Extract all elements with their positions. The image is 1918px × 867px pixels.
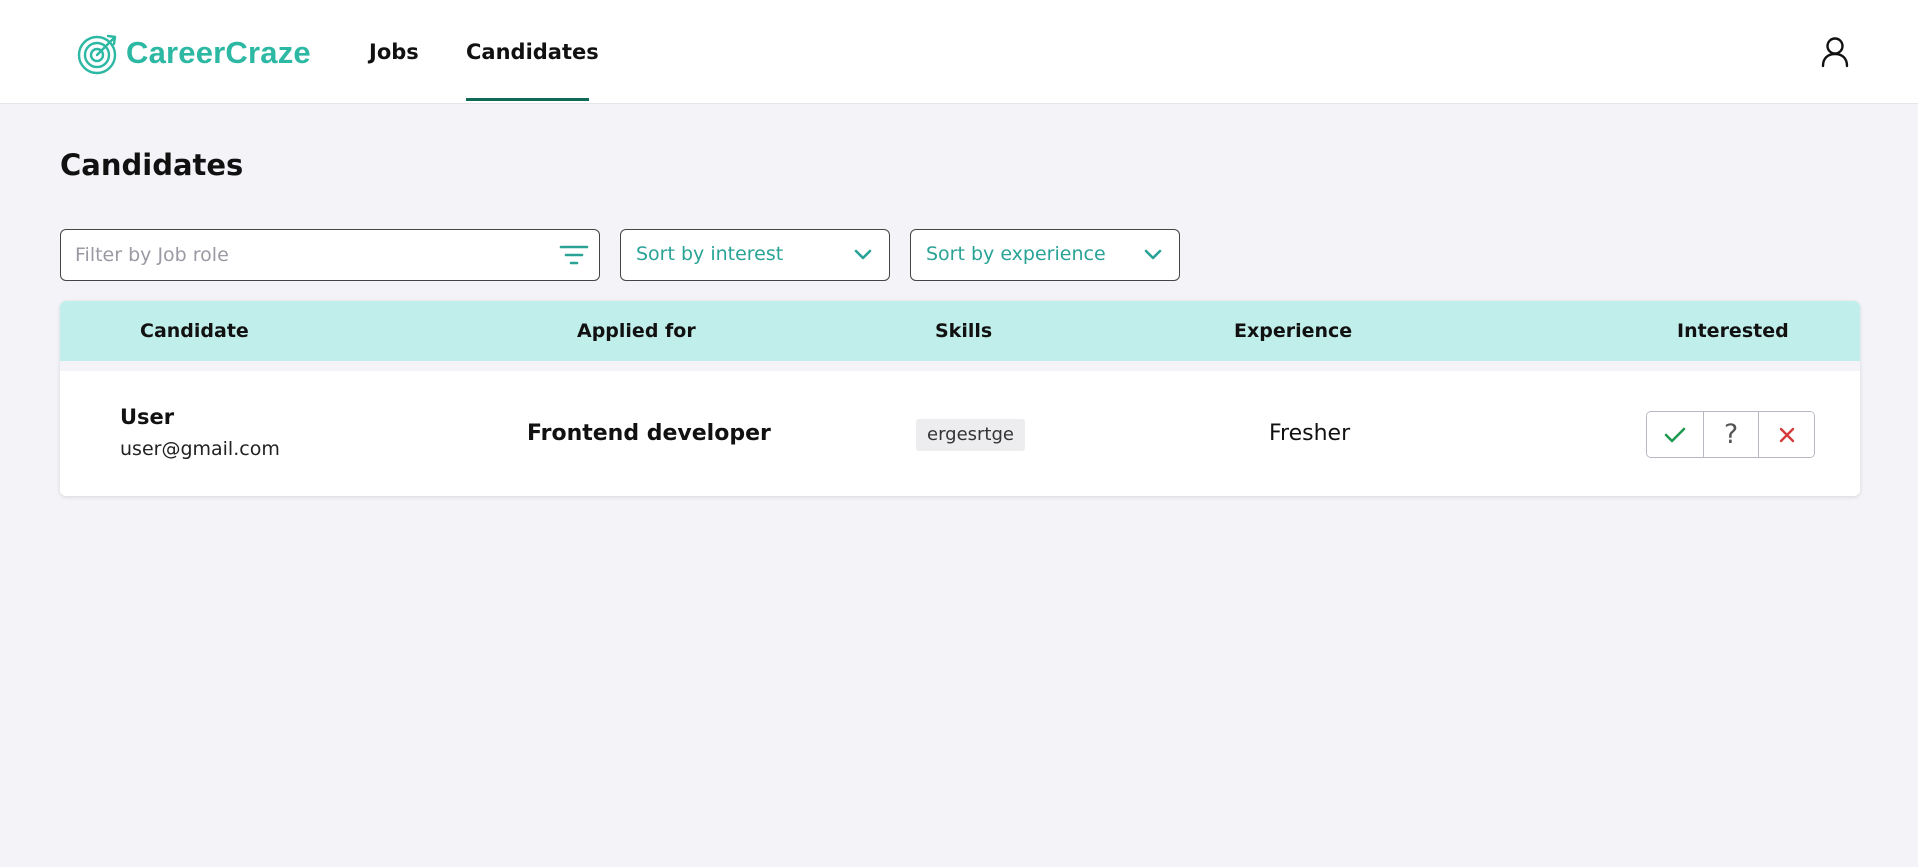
sort-by-experience-select[interactable]: Sort by experience [910, 229, 1180, 281]
column-header-experience[interactable]: Experience [1234, 320, 1352, 342]
job-role-filter-input[interactable] [75, 230, 545, 280]
applied-for: Frontend developer [527, 421, 771, 446]
candidate-experience: Fresher [1269, 421, 1351, 446]
job-role-filter[interactable] [60, 229, 600, 281]
chevron-down-icon [854, 249, 872, 260]
interested-maybe-button[interactable]: ? [1702, 412, 1759, 457]
candidate-email: user@gmail.com [120, 438, 280, 460]
nav-item-jobs[interactable]: Jobs [369, 40, 419, 64]
check-icon [1664, 427, 1686, 442]
close-icon [1779, 427, 1794, 442]
top-navbar: CareerCraze Jobs Candidates [0, 0, 1918, 104]
column-header-skills[interactable]: Skills [935, 320, 992, 342]
filter-icon[interactable] [559, 243, 589, 267]
skill-tag: ergesrtge [916, 419, 1025, 451]
target-icon [77, 34, 117, 75]
column-header-candidate[interactable]: Candidate [140, 320, 249, 342]
interest-button-group: ? [1646, 411, 1815, 458]
brand-logo[interactable]: CareerCraze [77, 30, 311, 76]
chevron-down-icon [1144, 249, 1162, 260]
page-title: Candidates [60, 148, 244, 182]
question-icon: ? [1723, 419, 1739, 450]
table-row[interactable]: User user@gmail.com Frontend developer e… [60, 371, 1860, 496]
column-header-applied-for[interactable]: Applied for [577, 320, 696, 342]
candidate-name: User [120, 405, 175, 429]
brand-name: CareerCraze [126, 35, 311, 70]
sort-by-experience-label: Sort by experience [926, 243, 1106, 265]
sort-by-interest-select[interactable]: Sort by interest [620, 229, 890, 281]
nav-item-candidates[interactable]: Candidates [466, 40, 599, 64]
interested-no-button[interactable] [1758, 412, 1814, 457]
table-header: Candidate Applied for Skills Experience … [60, 301, 1860, 361]
candidates-table: Candidate Applied for Skills Experience … [60, 301, 1860, 496]
interested-yes-button[interactable] [1647, 412, 1703, 457]
nav-active-indicator [466, 98, 589, 101]
table-header-gap [60, 361, 1860, 371]
user-icon[interactable] [1820, 36, 1850, 68]
sort-by-interest-label: Sort by interest [636, 243, 784, 265]
column-header-interested[interactable]: Interested [1677, 320, 1789, 342]
